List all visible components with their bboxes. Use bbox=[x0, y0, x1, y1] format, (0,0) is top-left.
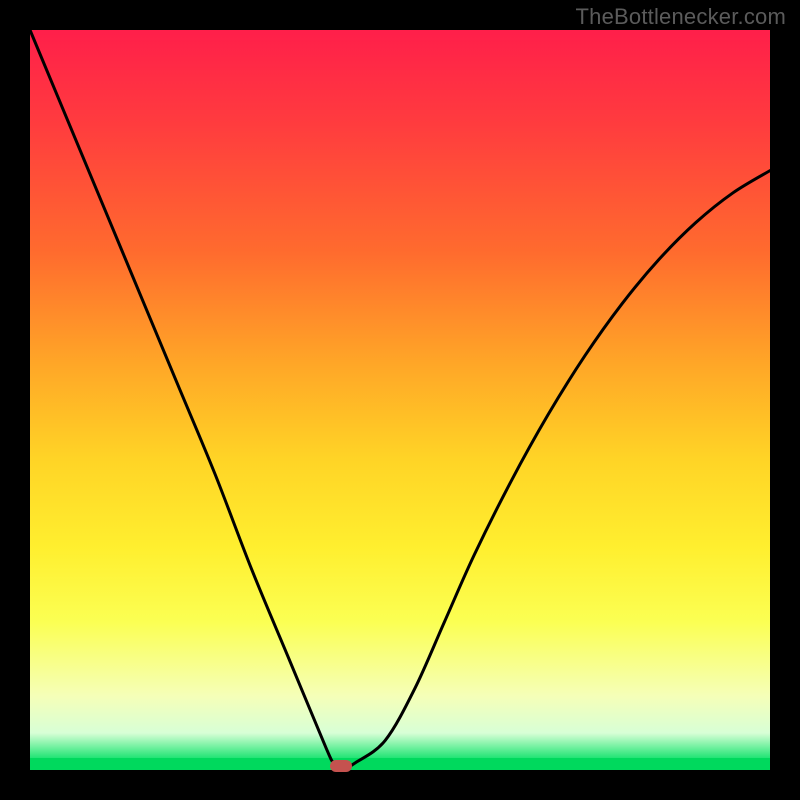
chart-stage: TheBottlenecker.com bbox=[0, 0, 800, 800]
watermark-text: TheBottlenecker.com bbox=[576, 4, 786, 30]
plot-area bbox=[30, 30, 770, 770]
min-point-marker bbox=[330, 760, 352, 772]
curve-svg bbox=[30, 30, 770, 770]
bottleneck-curve bbox=[30, 30, 770, 770]
